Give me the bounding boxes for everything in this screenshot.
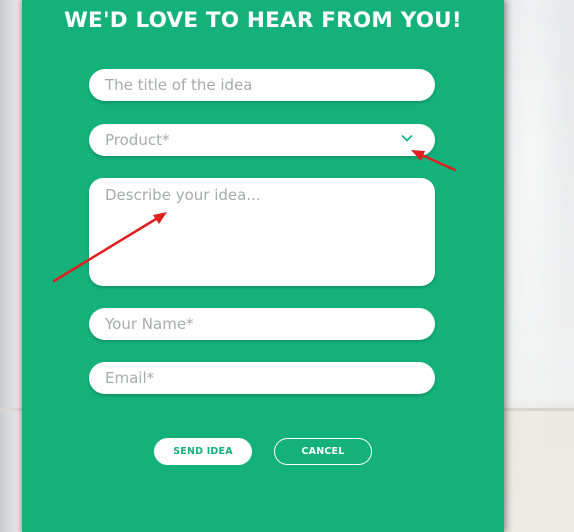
idea-title-input[interactable]: The title of the idea [89,69,435,101]
idea-description-textarea[interactable]: Describe your idea... [89,178,435,286]
name-placeholder: Your Name* [105,315,194,333]
name-input[interactable]: Your Name* [89,308,435,340]
chevron-down-icon[interactable] [401,133,413,143]
idea-form-panel: WE'D LOVE TO HEAR FROM YOU! The title of… [22,0,504,532]
email-input[interactable]: Email* [89,362,435,394]
send-idea-button[interactable]: SEND IDEA [154,438,252,465]
form-title: WE'D LOVE TO HEAR FROM YOU! [64,8,462,33]
product-placeholder: Product* [105,131,170,149]
idea-title-placeholder: The title of the idea [105,76,253,94]
product-select[interactable]: Product* [89,124,435,156]
cancel-button[interactable]: CANCEL [274,438,372,465]
description-placeholder: Describe your idea... [105,186,261,204]
email-placeholder: Email* [105,369,155,387]
